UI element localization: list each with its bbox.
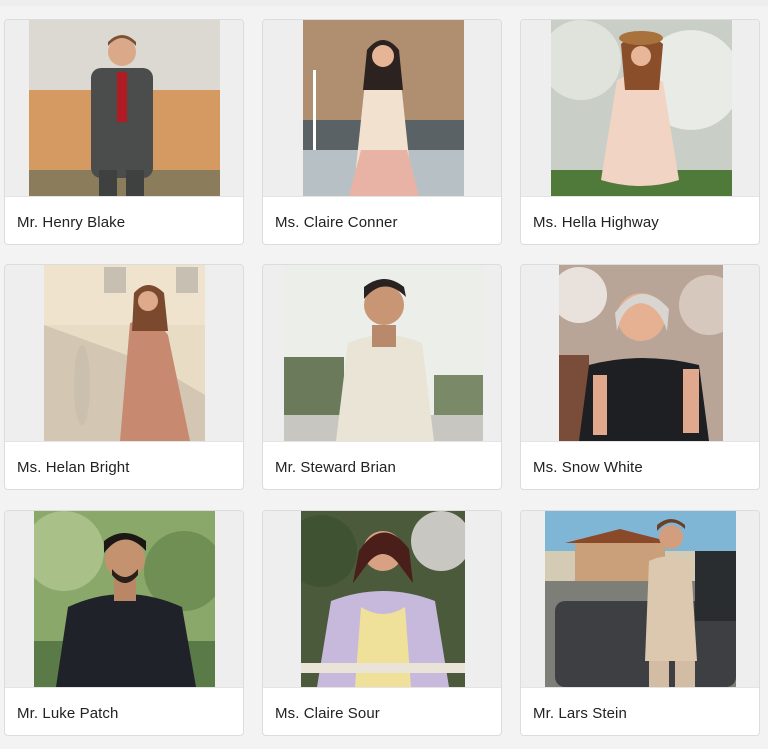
- profile-name: Ms. Claire Sour: [275, 705, 380, 722]
- profile-name: Ms. Claire Conner: [275, 214, 398, 231]
- profile-name: Mr. Henry Blake: [17, 214, 126, 231]
- top-strip: [0, 0, 768, 6]
- photo-frame: [263, 20, 501, 197]
- photo-frame: [5, 511, 243, 688]
- photo-frame: [5, 20, 243, 197]
- profile-photo: [301, 511, 465, 687]
- profile-photo: [29, 20, 220, 196]
- profile-photo: [545, 511, 736, 687]
- profile-name: Ms. Snow White: [533, 459, 643, 476]
- profile-card-lars-stein[interactable]: Mr. Lars Stein: [520, 510, 760, 736]
- profile-photo: [284, 265, 483, 441]
- profile-card-claire-sour[interactable]: Ms. Claire Sour: [262, 510, 502, 736]
- photo-frame: [521, 265, 759, 442]
- profile-name: Mr. Lars Stein: [533, 705, 627, 722]
- photo-frame: [521, 511, 759, 688]
- profile-photo: [34, 511, 215, 687]
- profile-photo: [551, 20, 732, 196]
- profile-name: Ms. Hella Highway: [533, 214, 659, 231]
- photo-frame: [5, 265, 243, 442]
- profile-name: Mr. Steward Brian: [275, 459, 396, 476]
- profile-card-steward-brian[interactable]: Mr. Steward Brian: [262, 264, 502, 490]
- profile-card-hella-highway[interactable]: Ms. Hella Highway: [520, 19, 760, 245]
- profile-card-claire-conner[interactable]: Ms. Claire Conner: [262, 19, 502, 245]
- profile-card-luke-patch[interactable]: Mr. Luke Patch: [4, 510, 244, 736]
- profile-card-helan-bright[interactable]: Ms. Helan Bright: [4, 264, 244, 490]
- profile-name: Mr. Luke Patch: [17, 705, 119, 722]
- profile-card-henry-blake[interactable]: Mr. Henry Blake: [4, 19, 244, 245]
- profile-photo: [44, 265, 205, 441]
- profile-name: Ms. Helan Bright: [17, 459, 130, 476]
- photo-frame: [521, 20, 759, 197]
- profile-card-snow-white[interactable]: Ms. Snow White: [520, 264, 760, 490]
- photo-frame: [263, 511, 501, 688]
- profile-grid: Mr. Henry Blake Ms. Claire Conner Ms. He…: [0, 0, 768, 749]
- profile-photo: [559, 265, 723, 441]
- profile-photo: [303, 20, 464, 196]
- photo-frame: [263, 265, 501, 442]
